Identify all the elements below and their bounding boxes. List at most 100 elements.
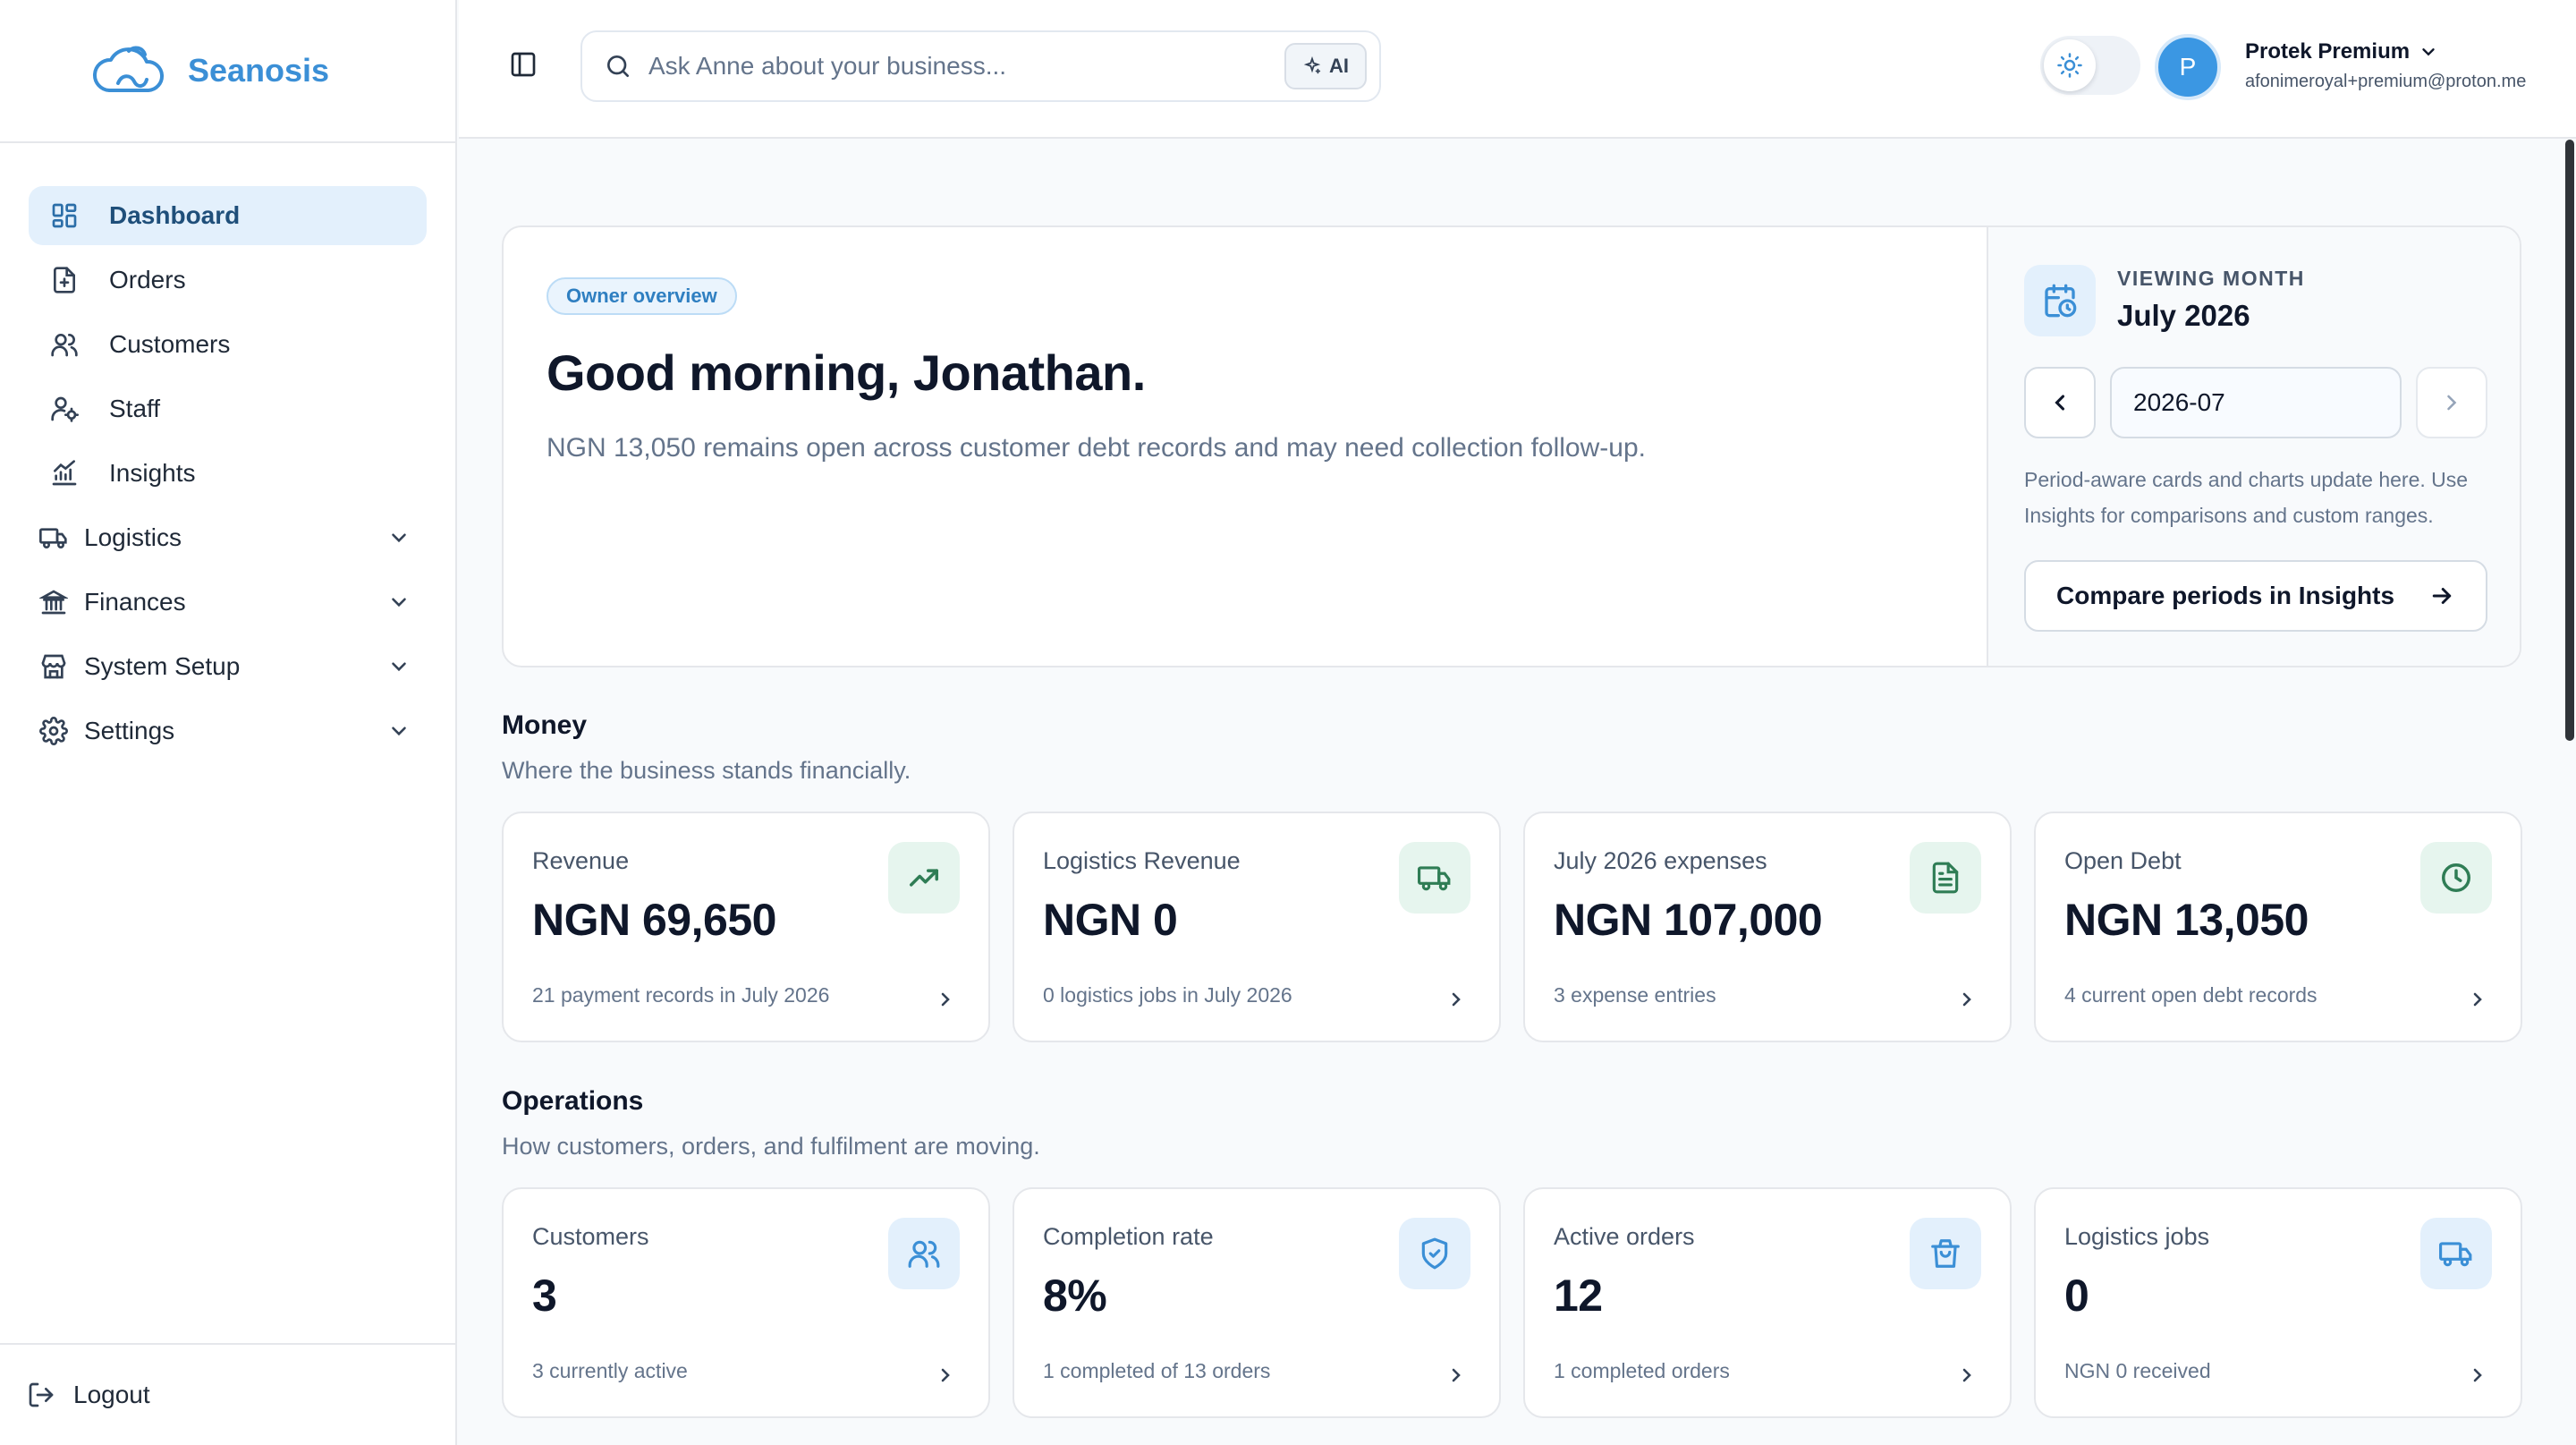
logistics-revenue-card[interactable]: Logistics Revenue NGN 0 0 logistics jobs…	[1013, 812, 1501, 1042]
card-label: Open Debt	[2064, 847, 2182, 874]
sidebar-item-staff[interactable]: Staff	[29, 379, 427, 438]
sidebar-item-settings[interactable]: Settings	[29, 701, 427, 761]
month-selector-panel: VIEWING MONTH July 2026 Period-aware car…	[1987, 227, 2520, 666]
card-footnote: 3 expense entries	[1554, 983, 1716, 1007]
bank-icon	[39, 586, 72, 618]
chevron-down-icon	[2419, 42, 2438, 62]
chevron-down-icon	[387, 526, 411, 549]
logout-button[interactable]: Logout	[0, 1343, 455, 1445]
chevron-right-icon	[2439, 390, 2464, 415]
sidebar-item-label: Customers	[109, 330, 231, 358]
sidebar-item-label: Settings	[84, 717, 175, 744]
logout-icon	[27, 1381, 55, 1409]
chevron-right-icon	[1956, 989, 1978, 1010]
sidebar-item-orders[interactable]: Orders	[29, 251, 427, 310]
scrollbar[interactable]	[2565, 140, 2574, 741]
chevron-right-icon	[935, 1364, 956, 1386]
orders-icon	[50, 264, 82, 296]
sidebar-item-customers[interactable]: Customers	[29, 315, 427, 374]
expenses-card[interactable]: July 2026 expenses NGN 107,000 3 expense…	[1523, 812, 2012, 1042]
period-note: Period-aware cards and charts update her…	[2024, 468, 2469, 527]
logistics-jobs-card[interactable]: Logistics jobs 0 NGN 0 received	[2034, 1187, 2522, 1418]
calendar-clock-icon	[2024, 265, 2096, 336]
owner-overview-badge: Owner overview	[547, 277, 737, 315]
card-value: NGN 69,650	[532, 895, 776, 945]
sidebar-item-finances[interactable]: Finances	[29, 573, 427, 632]
shield-check-icon	[1399, 1218, 1470, 1289]
customers-icon	[50, 328, 82, 361]
user-name: Protek Premium	[2245, 39, 2411, 64]
sidebar-item-label: Orders	[109, 266, 186, 293]
card-value: NGN 0	[1043, 895, 1178, 945]
chevron-right-icon	[2467, 989, 2488, 1010]
ai-label: AI	[1329, 55, 1349, 77]
card-value: NGN 107,000	[1554, 895, 1823, 945]
compare-periods-label: Compare periods in Insights	[2056, 582, 2395, 609]
card-value: 8%	[1043, 1271, 1107, 1321]
sidebar-toggle-icon[interactable]	[509, 50, 538, 79]
theme-toggle[interactable]	[2040, 36, 2140, 95]
active-orders-card[interactable]: Active orders 12 1 completed orders	[1523, 1187, 2012, 1418]
brand[interactable]: Seanosis	[0, 0, 455, 143]
next-month-button[interactable]	[2416, 367, 2487, 438]
customers-card[interactable]: Customers 3 3 currently active	[502, 1187, 990, 1418]
truck-icon	[1399, 842, 1470, 914]
chevron-left-icon	[2047, 390, 2072, 415]
shopping-bag-icon	[1910, 1218, 1981, 1289]
greeting-title: Good morning, Jonathan.	[547, 344, 1146, 401]
sidebar-nav: Dashboard Orders Customers Staff Insight…	[0, 143, 455, 761]
month-input[interactable]	[2110, 367, 2402, 438]
card-label: July 2026 expenses	[1554, 847, 1767, 874]
sidebar-item-label: Logistics	[84, 523, 182, 551]
search-bar: AI	[580, 30, 1381, 102]
sidebar-item-label: Dashboard	[109, 201, 241, 229]
user-email: afonimeroyal+premium@proton.me	[2245, 72, 2527, 91]
search-input[interactable]	[648, 52, 1221, 81]
avatar[interactable]: P	[2155, 34, 2221, 100]
sidebar-item-label: Finances	[84, 588, 186, 616]
card-value: 3	[532, 1271, 557, 1321]
card-label: Active orders	[1554, 1223, 1695, 1250]
ai-button[interactable]: AI	[1284, 43, 1367, 89]
money-section-subtitle: Where the business stands financially.	[502, 757, 911, 784]
sidebar-item-insights[interactable]: Insights	[29, 444, 427, 503]
open-debt-card[interactable]: Open Debt NGN 13,050 4 current open debt…	[2034, 812, 2522, 1042]
revenue-card[interactable]: Revenue NGN 69,650 21 payment records in…	[502, 812, 990, 1042]
chevron-down-icon	[387, 655, 411, 678]
brand-name: Seanosis	[188, 52, 330, 89]
sidebar-item-label: Insights	[109, 459, 196, 487]
store-icon	[39, 650, 72, 683]
chevron-down-icon	[387, 591, 411, 614]
completion-rate-card[interactable]: Completion rate 8% 1 completed of 13 ord…	[1013, 1187, 1501, 1418]
chevron-right-icon	[1956, 1364, 1978, 1386]
card-footnote: 3 currently active	[532, 1359, 688, 1382]
user-menu[interactable]: Protek Premium	[2245, 39, 2438, 64]
chevron-right-icon	[1445, 989, 1467, 1010]
card-label: Logistics Revenue	[1043, 847, 1241, 874]
sidebar-item-dashboard[interactable]: Dashboard	[29, 186, 427, 245]
card-footnote: 1 completed of 13 orders	[1043, 1359, 1271, 1382]
money-section-title: Money	[502, 710, 588, 740]
sidebar-item-logistics[interactable]: Logistics	[29, 508, 427, 567]
search-icon	[604, 52, 632, 81]
sidebar-item-label: Staff	[109, 395, 161, 422]
card-label: Completion rate	[1043, 1223, 1214, 1250]
sidebar: Seanosis Dashboard Orders Customers Staf…	[0, 0, 457, 1445]
greeting-message: NGN 13,050 remains open across customer …	[547, 433, 1646, 463]
compare-periods-button[interactable]: Compare periods in Insights	[2024, 560, 2487, 632]
chevron-right-icon	[935, 989, 956, 1010]
card-footnote: 4 current open debt records	[2064, 983, 2318, 1007]
previous-month-button[interactable]	[2024, 367, 2096, 438]
trending-up-icon	[888, 842, 960, 914]
truck-icon	[2420, 1218, 2492, 1289]
chevron-down-icon	[387, 719, 411, 743]
card-label: Revenue	[532, 847, 630, 874]
card-footnote: NGN 0 received	[2064, 1359, 2211, 1382]
sun-icon	[2044, 39, 2096, 91]
sidebar-item-system-setup[interactable]: System Setup	[29, 637, 427, 696]
cloud-logo-icon	[91, 42, 168, 99]
staff-icon	[50, 393, 82, 425]
card-value: 0	[2064, 1271, 2089, 1321]
logout-label: Logout	[73, 1381, 150, 1408]
operations-section-title: Operations	[502, 1086, 644, 1116]
